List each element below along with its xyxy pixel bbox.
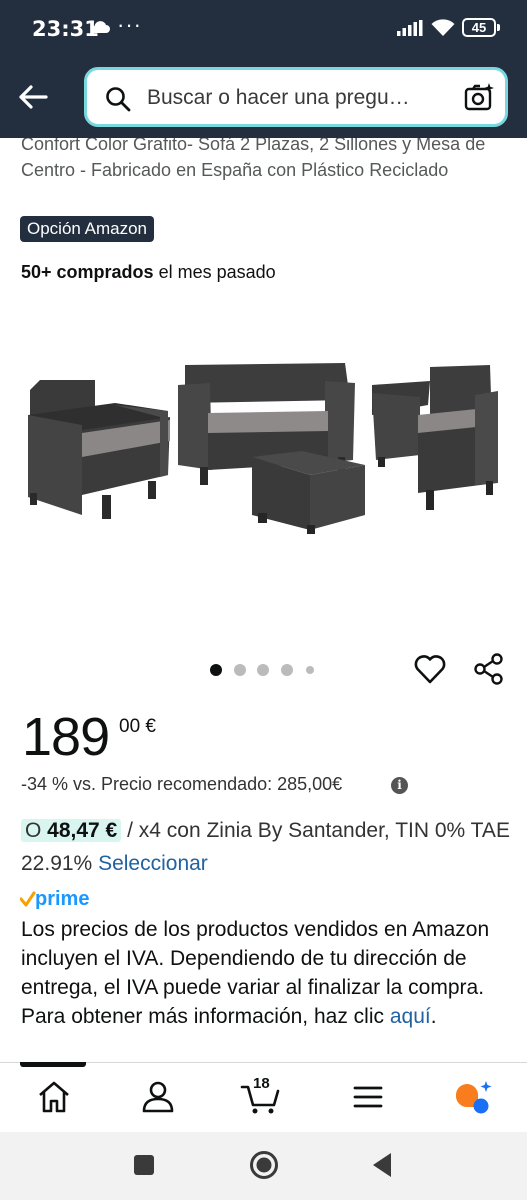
- active-tab-indicator: [20, 1062, 86, 1067]
- iva-region: Los precios de los productos vendidos en…: [0, 915, 527, 1063]
- prime-logo-icon: prime: [20, 888, 89, 910]
- financing-prefix: O: [25, 819, 48, 842]
- financing-amount: 48,47 €: [47, 819, 118, 842]
- home-system-icon[interactable]: [249, 1150, 279, 1180]
- cart-button[interactable]: 18: [240, 1075, 284, 1117]
- left-armchair-illustration: [28, 380, 170, 519]
- wifi-icon: [431, 19, 455, 36]
- carousel-dot-active[interactable]: [210, 664, 222, 676]
- back-arrow-icon[interactable]: [14, 78, 52, 116]
- iva-link[interactable]: aquí: [390, 1005, 431, 1028]
- carousel-dot[interactable]: [234, 664, 246, 676]
- carousel-dot[interactable]: [257, 664, 269, 676]
- search-input[interactable]: Buscar o hacer una pregu…: [84, 67, 508, 127]
- rufus-assistant-icon[interactable]: [452, 1077, 496, 1117]
- share-icon[interactable]: [472, 652, 506, 686]
- carousel-dot[interactable]: [281, 664, 293, 676]
- home-icon[interactable]: [32, 1077, 76, 1117]
- financing-highlight: O 48,47 €: [21, 819, 122, 842]
- system-navigation-bar: [0, 1132, 527, 1200]
- product-image[interactable]: [20, 345, 507, 560]
- cart-count: 18: [253, 1075, 270, 1092]
- account-icon[interactable]: [136, 1077, 180, 1117]
- financing-select-link[interactable]: Seleccionar: [98, 852, 208, 875]
- search-placeholder: Buscar o hacer una pregu…: [147, 86, 410, 109]
- bottom-navigation: 18: [0, 1062, 527, 1132]
- table-illustration: [252, 451, 365, 534]
- carousel-dot[interactable]: [306, 666, 314, 674]
- wishlist-heart-icon[interactable]: [413, 652, 447, 686]
- camera-search-icon[interactable]: [463, 82, 495, 114]
- iva-notice: Los precios de los productos vendidos en…: [21, 915, 511, 1031]
- discount-text: -34 % vs. Precio recomendado: 285,00€: [21, 774, 343, 794]
- bought-count: 50+ comprados el mes pasado: [21, 262, 276, 283]
- cloud-icon: [91, 21, 110, 34]
- bought-count-rest: el mes pasado: [153, 262, 276, 282]
- battery-icon: 45: [462, 18, 500, 37]
- title-region: Confort Color Grafito- Sofá 2 Plazas, 2 …: [0, 138, 527, 208]
- search-header: Buscar o hacer una pregu…: [0, 58, 527, 138]
- status-time: 23:31: [32, 17, 99, 41]
- price-cents: 00 €: [119, 716, 156, 737]
- status-bar: 23:31 ··· 45: [0, 0, 527, 58]
- recents-icon[interactable]: [133, 1154, 155, 1176]
- search-icon: [106, 87, 131, 112]
- more-notifications-icon: ···: [117, 12, 142, 37]
- price-whole: 189: [22, 707, 110, 767]
- product-title[interactable]: Confort Color Grafito- Sofá 2 Plazas, 2 …: [21, 138, 511, 183]
- signal-icon: [397, 20, 423, 36]
- prime-label: prime: [35, 888, 89, 910]
- iva-end: .: [430, 1005, 437, 1028]
- info-icon[interactable]: i: [391, 777, 408, 794]
- back-system-icon[interactable]: [371, 1152, 393, 1178]
- menu-icon[interactable]: [346, 1077, 390, 1117]
- bought-count-bold: 50+ comprados: [21, 262, 154, 282]
- financing-offer: O 48,47 € / x4 con Zinia By Santander, T…: [21, 814, 511, 880]
- right-armchair-illustration: [372, 365, 498, 510]
- amazon-choice-badge: Opción Amazon: [20, 216, 155, 242]
